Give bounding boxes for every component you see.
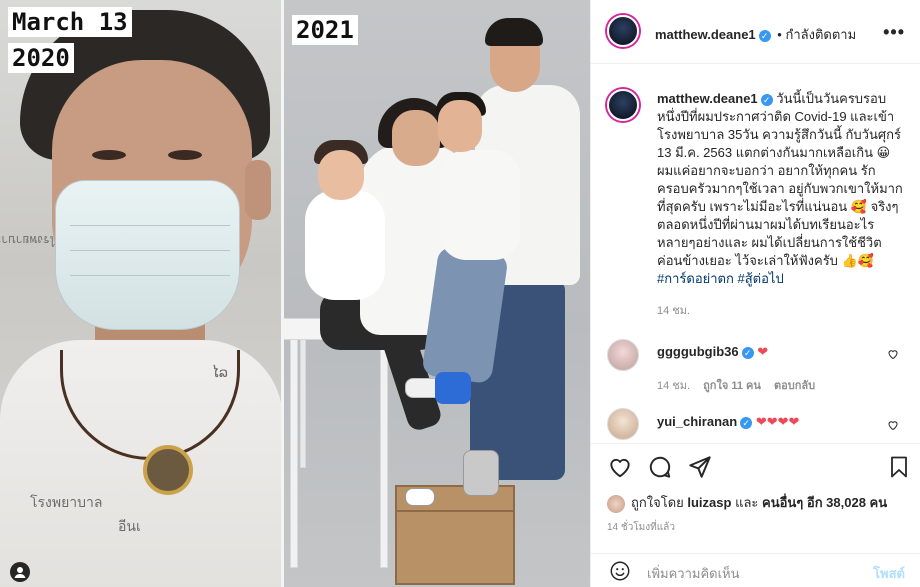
following-button[interactable]: กำลังติดตาม [785, 27, 856, 42]
woman-face [392, 110, 440, 166]
gown-text: อีนเ [118, 519, 141, 535]
liked-others[interactable]: คนอื่นๆ อีก 38,028 คน [762, 495, 887, 510]
caption-username[interactable]: matthew.deane1 [657, 91, 758, 106]
heart-outline-icon[interactable] [607, 454, 635, 482]
post-header: matthew.deane1 ✓ • กำลังติดตาม ••• [591, 0, 920, 64]
comment-time: 14 ชม. [657, 380, 691, 392]
check-badge-icon: ✓ [741, 346, 754, 359]
caption-author-avatar[interactable] [607, 89, 639, 121]
ear [245, 160, 271, 220]
comment-username[interactable]: yui_chiranan [657, 414, 737, 429]
man-hair [485, 18, 543, 46]
stool-leg [380, 338, 388, 568]
gown-text: ໄລ [212, 365, 228, 381]
smiley-icon[interactable] [609, 560, 631, 585]
hashtag-link[interactable]: #การ์ดอย่าตก [657, 271, 734, 286]
liked-user[interactable]: luizasp [687, 495, 731, 510]
date-label-line2: 2020 [8, 43, 74, 73]
comment-meta: 14 ชม. ถูกใจ 11 คน ตอบกลับ [657, 376, 815, 394]
liked-prefix: ถูกใจโดย [631, 495, 688, 510]
year-label: 2021 [292, 15, 358, 45]
mask-fold [70, 275, 230, 276]
user-tag-icon[interactable] [10, 562, 30, 582]
boy-shoe [435, 372, 471, 404]
wall-text: ไรงพยาบาล [0, 233, 56, 247]
post-details-panel: matthew.deane1 ✓ • กำลังติดตาม ••• matthe… [590, 0, 920, 587]
commenter-avatar[interactable] [607, 408, 639, 440]
post-image[interactable]: ไรงพยาบาล โรงพยาบาล อีนเ ໄລ March 13 202… [0, 0, 590, 587]
woman-shoe [405, 488, 435, 506]
mask-fold [70, 225, 230, 226]
girl-face [318, 150, 364, 200]
left-eye [92, 150, 126, 160]
post-actions: ถูกใจโดย luizasp และ คนอื่นๆ อีก 38,028 … [591, 443, 920, 553]
reply-button[interactable]: ตอบกลับ [774, 380, 815, 392]
pendant [143, 445, 193, 495]
date-label-line1: March 13 [8, 7, 132, 37]
caption-text: วันนี้เป็นวันครบรอบหนึ่งปีที่ผมประกาศว่า… [657, 91, 903, 268]
post-caption: matthew.deane1 ✓ วันนี้เป็นวันครบรอบหนึ่ง… [657, 90, 907, 320]
face-mask [55, 180, 240, 330]
separator-dot: • [777, 27, 782, 42]
photo-2020: ไรงพยาบาล โรงพยาบาล อีนเ ໄລ March 13 202… [0, 0, 283, 587]
paper-plane-icon[interactable] [687, 454, 715, 482]
wooden-box-edge [395, 510, 515, 512]
comment-item: ggggubgib36 ✓ ❤ [657, 344, 768, 360]
man-shoe [463, 450, 499, 496]
check-badge-icon: ✓ [760, 93, 773, 106]
comment-username[interactable]: ggggubgib36 [657, 344, 739, 359]
add-comment-bar: เพิ่มความคิดเห็น โพสต์ [591, 553, 920, 587]
check-badge-icon: ✓ [740, 416, 753, 429]
photo-divider [281, 0, 284, 587]
boy-shirt [440, 150, 520, 260]
comment-bubble-icon[interactable] [647, 454, 675, 482]
hashtag-link[interactable]: #สู้ต่อไป [738, 271, 784, 286]
post-comment-button[interactable]: โพสต์ [873, 563, 905, 584]
liked-middle: และ [731, 495, 763, 510]
caption-time: 14 ชม. [657, 305, 691, 317]
comment-item: yui_chiranan ✓ ❤❤❤❤ [657, 414, 799, 430]
comment-likes[interactable]: ถูกใจ 11 คน [703, 380, 761, 392]
header-author-line: matthew.deane1 ✓ • กำลังติดตาม [655, 24, 856, 45]
post-timestamp[interactable]: 14 ชั่วโมงที่แล้ว [607, 520, 675, 535]
comment-text: ❤ [757, 344, 769, 359]
heart-outline-icon[interactable] [887, 348, 899, 363]
author-username[interactable]: matthew.deane1 [655, 27, 756, 42]
stool-leg [290, 338, 298, 568]
girl-dress [305, 190, 385, 300]
gown-text: โรงพยาบาล [30, 495, 103, 511]
heart-outline-icon[interactable] [887, 419, 899, 434]
likes-summary: ถูกใจโดย luizasp และ คนอื่นๆ อีก 38,028 … [607, 492, 887, 513]
mask-fold [70, 250, 230, 251]
boy-face [438, 100, 482, 152]
stool-leg [300, 338, 306, 468]
comments-list[interactable]: matthew.deane1 ✓ วันนี้เป็นวันครบรอบหนึ่ง… [591, 65, 920, 443]
comment-input[interactable]: เพิ่มความคิดเห็น [647, 563, 740, 584]
bookmark-icon[interactable] [887, 454, 915, 482]
check-badge-icon: ✓ [758, 29, 771, 42]
liker-avatar[interactable] [607, 494, 625, 513]
right-eye [168, 150, 202, 160]
comment-text: ❤❤❤❤ [755, 414, 800, 429]
commenter-avatar[interactable] [607, 339, 639, 371]
more-horizontal-icon[interactable]: ••• [883, 22, 905, 43]
author-avatar[interactable] [607, 15, 639, 47]
